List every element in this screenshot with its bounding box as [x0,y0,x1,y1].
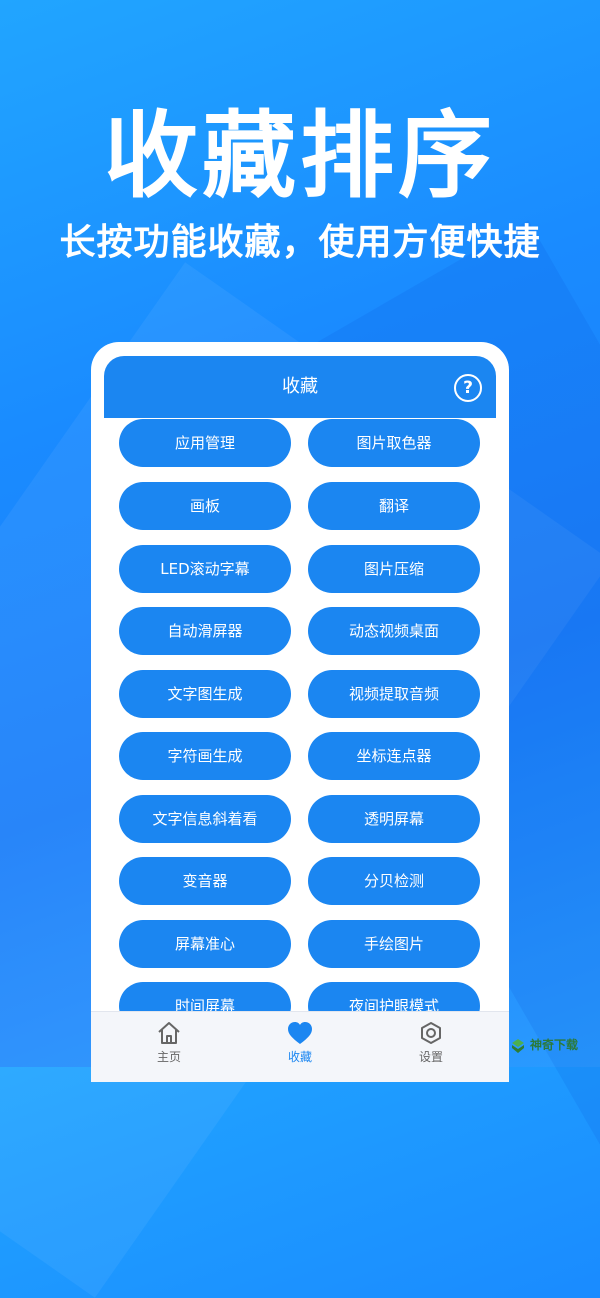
fav-button[interactable]: 翻译 [308,482,480,530]
watermark-logo-icon [512,1038,524,1053]
fav-button[interactable]: 屏幕准心 [119,920,291,968]
fav-button[interactable]: 坐标连点器 [308,732,480,780]
nav-item-favorites[interactable]: 收藏 [250,1012,350,1072]
subheadline: 长按功能收藏，使用方便快捷 [59,222,541,263]
fav-button[interactable]: 图片取色器 [308,419,480,467]
fav-button[interactable]: 文字图生成 [119,670,291,718]
fav-button[interactable]: 动态视频桌面 [308,607,480,655]
fav-button[interactable]: 图片压缩 [308,545,480,593]
nav-item-home[interactable]: 主页 [119,1012,219,1072]
app-bar-title: 收藏 [282,376,318,397]
nav-label-home: 主页 [156,1050,181,1064]
watermark: 神奇下载 [510,1034,592,1056]
bottom-nav: 主页 收藏 设置 [91,1011,509,1082]
fav-button[interactable]: 透明屏幕 [308,795,480,843]
fav-button[interactable]: 分贝检测 [308,857,480,905]
app-bar: 收藏 ? [104,356,496,418]
fav-button[interactable]: 手绘图片 [308,920,480,968]
nav-item-settings[interactable]: 设置 [381,1012,481,1072]
nav-label-favorites: 收藏 [287,1050,312,1064]
fav-button[interactable]: 文字信息斜着看 [119,795,291,843]
headline: 收藏排序 [103,102,496,211]
phone-screen: 收藏 ? 应用管理 图片取色器 画板 翻译 LED滚动字幕 图片压缩 自动滑屏器… [91,342,509,1082]
heart-icon [288,1022,312,1044]
fav-button[interactable]: 视频提取音频 [308,670,480,718]
settings-icon [421,1022,441,1044]
fav-button[interactable]: LED滚动字幕 [119,545,291,593]
home-icon [158,1022,180,1044]
fav-button[interactable]: 字符画生成 [119,732,291,780]
watermark-text: 神奇下载 [530,1038,579,1052]
question-circle-icon[interactable]: ? [454,374,482,402]
fav-button[interactable]: 应用管理 [119,419,291,467]
fav-button[interactable]: 画板 [119,482,291,530]
nav-label-settings: 设置 [418,1050,443,1064]
fav-button[interactable]: 自动滑屏器 [119,607,291,655]
fav-button[interactable]: 变音器 [119,857,291,905]
